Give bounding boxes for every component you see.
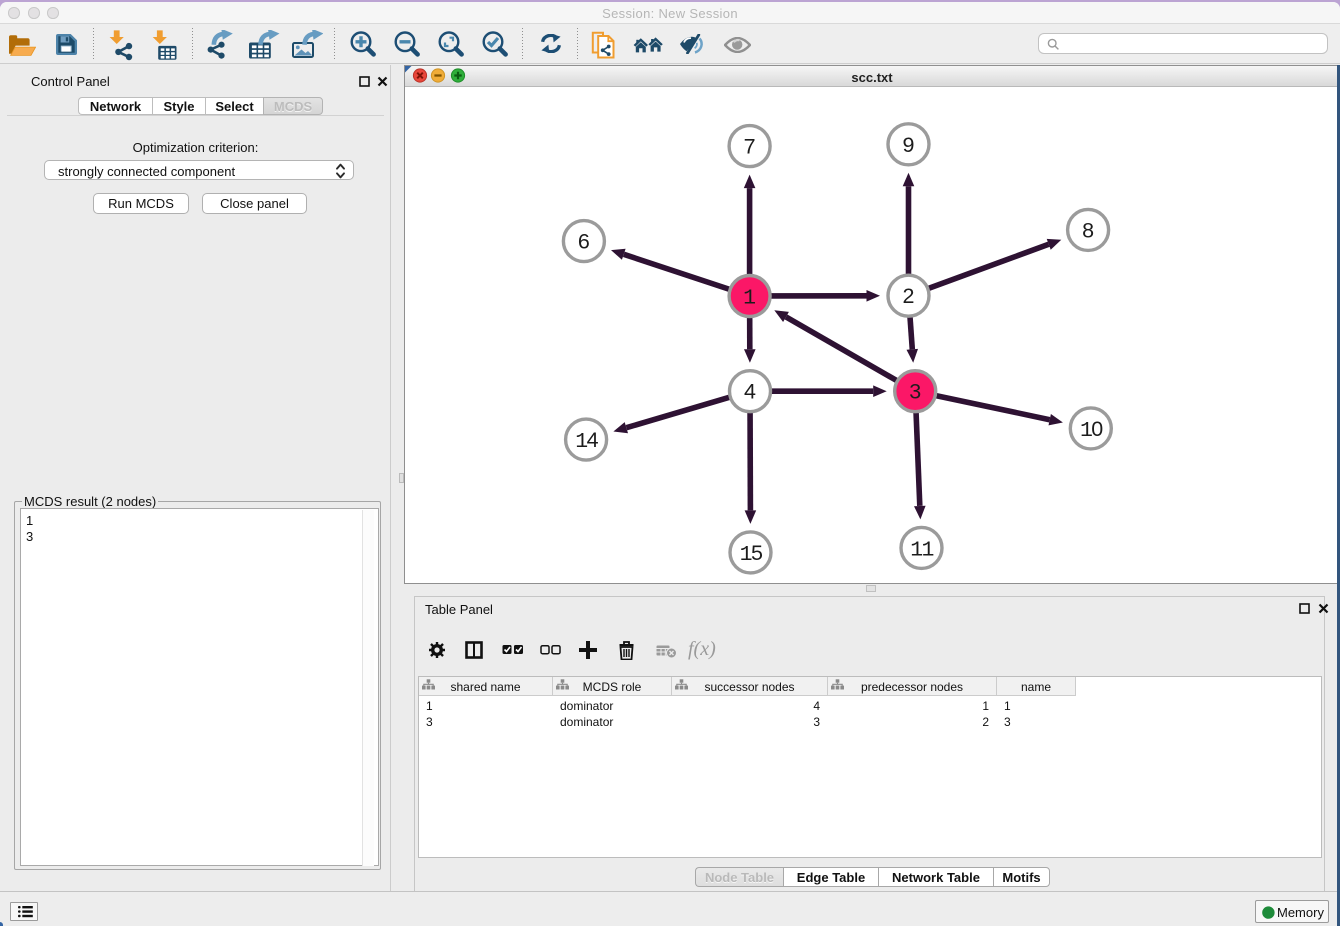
svg-text:3: 3 bbox=[909, 380, 921, 404]
svg-text:2: 2 bbox=[903, 284, 915, 308]
svg-text:15: 15 bbox=[740, 541, 763, 567]
svg-text:8: 8 bbox=[1082, 218, 1094, 242]
svg-text:10: 10 bbox=[1080, 417, 1103, 443]
svg-text:11: 11 bbox=[910, 538, 933, 562]
svg-text:6: 6 bbox=[578, 230, 590, 254]
svg-text:4: 4 bbox=[744, 380, 756, 404]
svg-text:14: 14 bbox=[575, 428, 598, 454]
svg-text:9: 9 bbox=[903, 133, 915, 157]
svg-text:1: 1 bbox=[743, 287, 756, 311]
svg-text:7: 7 bbox=[744, 135, 756, 159]
